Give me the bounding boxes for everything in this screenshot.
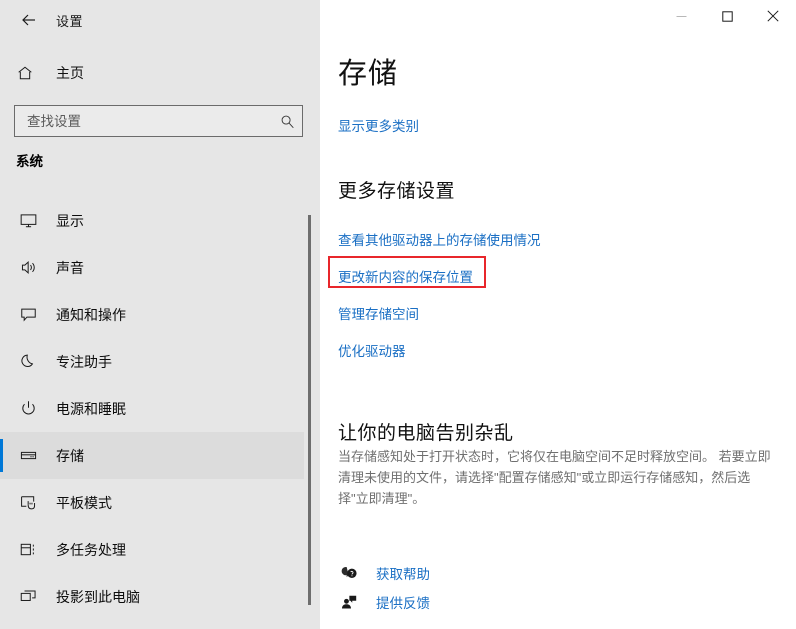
sidebar-item-label: 声音 (56, 259, 84, 276)
project-icon (16, 585, 40, 609)
list-item: 查看其他驱动器上的存储使用情况 (338, 220, 778, 257)
page-title: 存储 (338, 58, 399, 90)
change-new-content-save-location-link[interactable]: 更改新内容的保存位置 (338, 266, 473, 286)
sidebar-scrollbar-thumb[interactable] (308, 215, 311, 605)
multitasking-icon (16, 538, 40, 562)
more-storage-settings-heading: 更多存储设置 (338, 181, 456, 202)
sidebar-item-notifications[interactable]: 通知和操作 (0, 291, 306, 338)
monitor-icon (16, 209, 40, 233)
speaker-icon (16, 256, 40, 280)
declutter-description: 当存储感知处于打开状态时，它将仅在电脑空间不足时释放空间。 若要立即清理未使用的… (338, 449, 771, 506)
sidebar-item-display[interactable]: 显示 (0, 197, 306, 244)
window-controls (658, 0, 796, 32)
search-box[interactable] (14, 105, 303, 137)
sidebar-nav: 显示 声音 通知和操作 专注助手 电源和睡眠 存储 平板模式 多任务处理 投影到… (0, 197, 306, 620)
search-input[interactable] (15, 113, 272, 129)
sidebar-item-sound[interactable]: 声音 (0, 244, 306, 291)
sidebar-item-storage[interactable]: 存储 (0, 432, 306, 479)
help-question-icon (338, 562, 360, 584)
sidebar-item-power-sleep[interactable]: 电源和睡眠 (0, 385, 306, 432)
list-item: 优化驱动器 (338, 331, 778, 368)
list-item: 更改新内容的保存位置 (338, 257, 778, 294)
storage-drive-icon (16, 444, 40, 468)
minimize-button[interactable] (658, 0, 704, 32)
help-links: 获取帮助 提供反馈 (338, 558, 430, 616)
sidebar-item-focus-assist[interactable]: 专注助手 (0, 338, 306, 385)
sidebar-group-title: 系统 (16, 154, 43, 169)
optimize-drives-link[interactable]: 优化驱动器 (338, 340, 406, 360)
notification-icon (16, 303, 40, 327)
sidebar-item-label: 电源和睡眠 (56, 400, 126, 417)
get-help-row[interactable]: 获取帮助 (338, 558, 430, 587)
moon-icon (16, 350, 40, 374)
close-button[interactable] (750, 0, 796, 32)
search-icon[interactable] (272, 114, 302, 129)
feedback-person-icon (338, 591, 360, 613)
give-feedback-row[interactable]: 提供反馈 (338, 587, 430, 616)
sidebar-item-label: 显示 (56, 212, 84, 229)
power-icon (16, 397, 40, 421)
window-title: 设置 (56, 13, 84, 29)
sidebar-scrollbar[interactable] (304, 40, 314, 629)
sidebar-item-label: 通知和操作 (56, 306, 126, 323)
declutter-heading: 让你的电脑告别杂乱 (338, 423, 514, 444)
settings-window: 设置 主页 系统 (0, 0, 796, 629)
sidebar-item-label: 投影到此电脑 (56, 588, 140, 605)
list-item: 管理存储空间 (338, 294, 778, 331)
sidebar-item-home[interactable]: 主页 (0, 56, 306, 90)
back-button[interactable] (12, 6, 46, 34)
manage-storage-spaces-link[interactable]: 管理存储空间 (338, 303, 419, 323)
main-content: 存储 显示更多类别 更多存储设置 查看其他驱动器上的存储使用情况 更改新内容的保… (320, 0, 796, 629)
sidebar-item-label: 平板模式 (56, 494, 112, 511)
sidebar-item-project-to-pc[interactable]: 投影到此电脑 (0, 573, 306, 620)
give-feedback-link[interactable]: 提供反馈 (376, 592, 430, 612)
sidebar-item-label: 多任务处理 (56, 541, 126, 558)
sidebar-item-tablet-mode[interactable]: 平板模式 (0, 479, 306, 526)
sidebar: 设置 主页 系统 (0, 0, 320, 629)
sidebar-item-label: 专注助手 (56, 353, 112, 370)
show-more-categories-link[interactable]: 显示更多类别 (338, 115, 419, 135)
home-icon (16, 64, 40, 82)
get-help-link[interactable]: 获取帮助 (376, 563, 430, 583)
maximize-button[interactable] (704, 0, 750, 32)
tablet-mode-icon (16, 491, 40, 515)
sidebar-item-label: 存储 (56, 447, 84, 464)
sidebar-home-label: 主页 (56, 65, 84, 81)
view-storage-usage-other-drives-link[interactable]: 查看其他驱动器上的存储使用情况 (338, 229, 541, 249)
sidebar-titlebar: 设置 (0, 0, 320, 40)
sidebar-item-multitasking[interactable]: 多任务处理 (0, 526, 306, 573)
more-storage-links: 查看其他驱动器上的存储使用情况 更改新内容的保存位置 管理存储空间 优化驱动器 (338, 220, 778, 368)
